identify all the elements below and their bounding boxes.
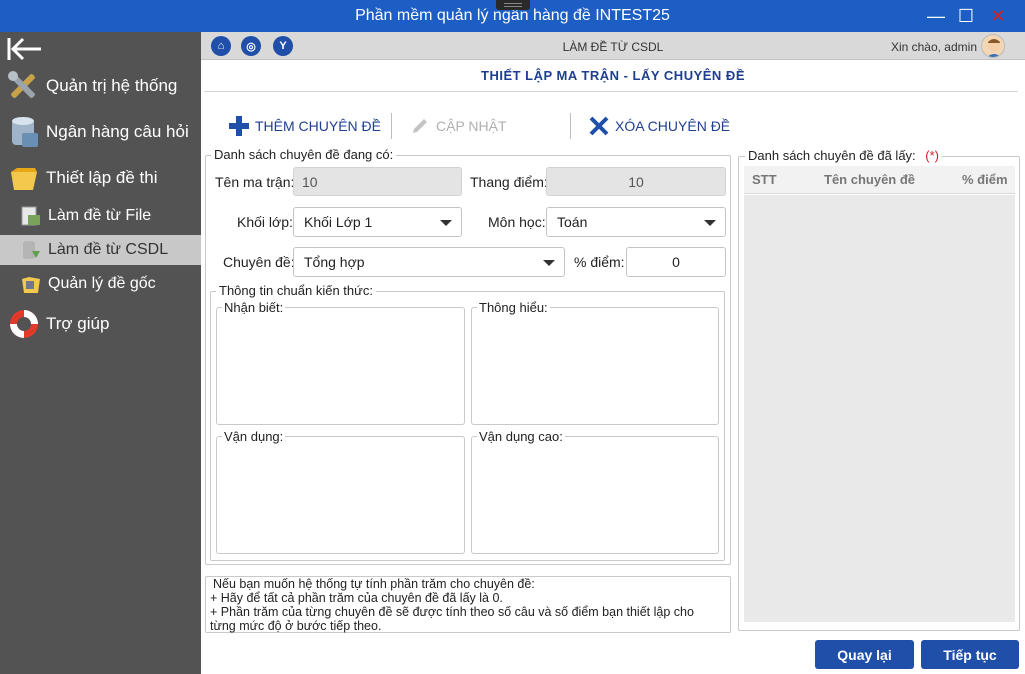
sidebar-item-label: Thiết lập đề thi	[46, 168, 158, 187]
sidebar-item-label: Quản lý đề gốc	[48, 275, 156, 292]
pencil-icon	[413, 119, 427, 133]
add-topic-button[interactable]: THÊM CHUYÊN ĐỀ	[229, 115, 381, 137]
sidebar-item-label: Làm đề từ File	[48, 207, 152, 224]
recognize-label: Nhận biết:	[222, 300, 286, 315]
subject-label: Môn học:	[488, 214, 546, 230]
next-button[interactable]: Tiếp tục	[921, 640, 1019, 669]
grade-select[interactable]: Khối Lớp 1	[293, 207, 462, 237]
apply-high-label: Vận dụng cao:	[477, 429, 565, 444]
update-button[interactable]: CẬP NHẬT	[410, 115, 507, 137]
chevron-down-icon	[440, 220, 452, 226]
topic-label: Chuyên đề:	[223, 254, 295, 270]
database-icon	[12, 117, 38, 147]
tools-icon	[8, 71, 35, 98]
folder-manage-icon	[22, 277, 40, 293]
minimize-button[interactable]: —	[919, 0, 953, 32]
lifebuoy-icon	[10, 310, 38, 338]
sidebar-item-label: Làm đề từ CSDL	[48, 241, 169, 258]
required-mark: (*)	[925, 148, 940, 163]
understand-label: Thông hiểu:	[477, 300, 550, 315]
toolbar-divider	[391, 113, 392, 139]
sidebar: Quản trị hệ thống Ngân hàng câu hỏi Thiế…	[0, 32, 201, 674]
score-scale-field[interactable]: 10	[546, 167, 726, 196]
delete-topic-button[interactable]: XÓA CHUYÊN ĐỀ	[589, 115, 730, 137]
back-arrow-icon[interactable]	[6, 36, 44, 62]
plus-icon	[229, 116, 249, 136]
close-button[interactable]: ✕	[981, 0, 1015, 32]
sidebar-item-label: Quản trị hệ thống	[46, 76, 178, 95]
title-bar: Phần mềm quản lý ngân hàng đề INTEST25 —…	[0, 0, 1025, 32]
toolbar-divider	[570, 113, 571, 139]
selected-table-body[interactable]	[744, 195, 1015, 622]
x-icon	[589, 116, 609, 136]
apply-textarea[interactable]: Vận dụng:	[216, 429, 465, 554]
file-import-icon	[21, 206, 40, 226]
group-legend: Thông tin chuẩn kiến thức:	[216, 283, 376, 298]
percent-label: % điểm:	[574, 254, 625, 270]
matrix-name-field[interactable]: 10	[293, 167, 462, 196]
content-header: ⌂ ◎ Y LÀM ĐỀ TỪ CSDL Xin chào, admin	[201, 32, 1025, 60]
avatar[interactable]	[981, 34, 1005, 58]
percent-input[interactable]: 0	[626, 247, 726, 277]
sidebar-item-exam-from-db[interactable]: Làm đề từ CSDL	[0, 235, 201, 265]
chevron-down-icon	[543, 260, 555, 266]
column-header-stt[interactable]: STT	[752, 172, 777, 187]
drag-handle-icon[interactable]	[496, 0, 530, 10]
topic-select[interactable]: Tổng hợp	[293, 247, 565, 277]
sidebar-item-system-admin[interactable]: Quản trị hệ thống	[0, 66, 201, 106]
back-button[interactable]: Quay lại	[815, 640, 914, 669]
folder-icon	[11, 168, 37, 190]
section-title: THIẾT LẬP MA TRẬN - LẤY CHUYÊN ĐỀ	[481, 68, 745, 83]
note-line: từng mức độ ở bước tiếp theo.	[210, 619, 382, 633]
db-export-icon	[23, 241, 40, 259]
sidebar-item-manage-originals[interactable]: Quản lý đề gốc	[0, 269, 201, 299]
help-note: Nếu bạn muốn hệ thống tự tính phần trăm …	[205, 576, 731, 633]
apply-high-textarea[interactable]: Vận dụng cao:	[471, 429, 719, 554]
sidebar-item-question-bank[interactable]: Ngân hàng câu hỏi	[0, 112, 201, 152]
subject-select[interactable]: Toán	[546, 207, 726, 237]
group-legend: Danh sách chuyên đề đang có:	[211, 147, 397, 162]
understand-textarea[interactable]: Thông hiểu:	[471, 300, 719, 425]
chevron-down-icon	[704, 220, 716, 226]
column-header-percent[interactable]: % điểm	[962, 172, 1008, 187]
sidebar-item-label: Trợ giúp	[46, 314, 110, 333]
recognize-textarea[interactable]: Nhận biết:	[216, 300, 465, 425]
column-header-topic[interactable]: Tên chuyên đề	[824, 172, 915, 187]
group-legend: Danh sách chuyên đề đã lấy:	[748, 148, 916, 163]
maximize-button[interactable]: ☐	[949, 0, 983, 32]
score-scale-label: Thang điểm:	[470, 174, 548, 190]
greeting-text: Xin chào, admin	[890, 40, 977, 54]
sidebar-item-exam-setup[interactable]: Thiết lập đề thi	[0, 158, 201, 198]
sidebar-item-help[interactable]: Trợ giúp	[0, 304, 201, 344]
sidebar-item-label: Ngân hàng câu hỏi	[46, 122, 189, 141]
apply-label: Vận dụng:	[222, 429, 286, 444]
divider	[204, 91, 1018, 92]
note-line: + Phần trăm của từng chuyên đề sẽ được t…	[210, 605, 694, 619]
matrix-name-label: Tên ma trận:	[215, 174, 295, 190]
user-avatar-icon	[987, 39, 1001, 57]
selected-table-header: STT Tên chuyên đề % điểm	[744, 166, 1015, 194]
sidebar-item-exam-from-file[interactable]: Làm đề từ File	[0, 201, 201, 231]
grade-label: Khối lớp:	[237, 214, 293, 230]
note-line: Nếu bạn muốn hệ thống tự tính phần trăm …	[210, 577, 538, 591]
note-line: + Hãy để tất cả phần trăm của chuyên đề …	[210, 591, 503, 605]
